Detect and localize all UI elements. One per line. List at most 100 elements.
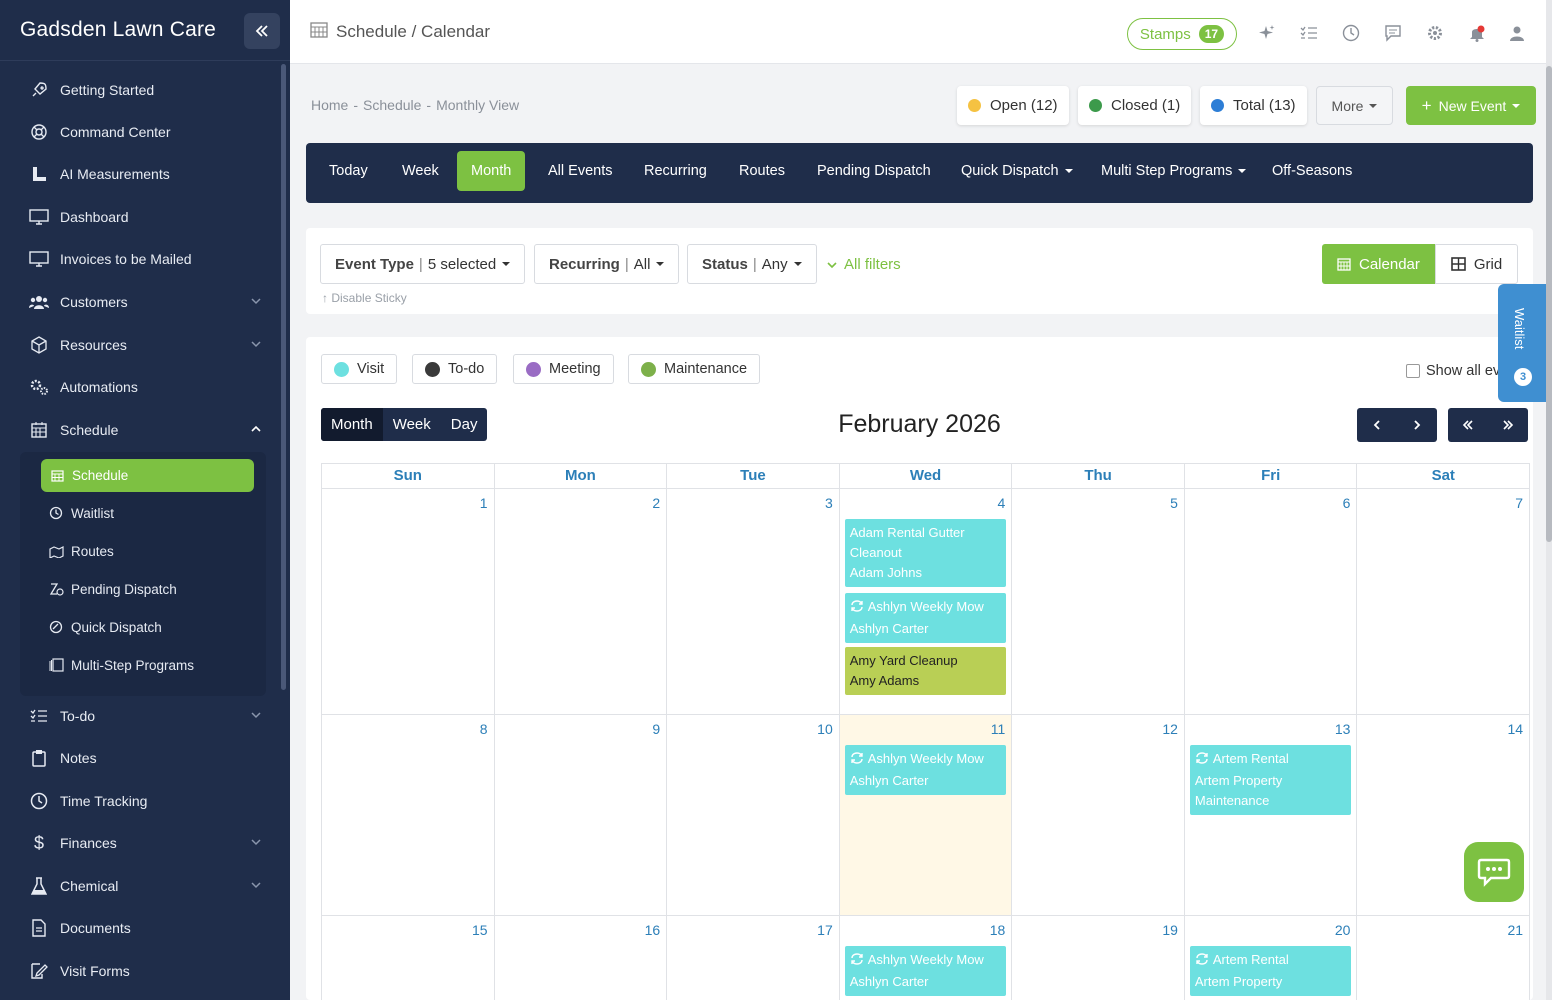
day-number[interactable]: 13 [1335, 721, 1351, 737]
day-number[interactable]: 19 [1162, 922, 1178, 938]
grid-view-button[interactable]: Grid [1434, 244, 1519, 284]
sidebar-subitem-quick-dispatch[interactable]: Quick Dispatch [48, 615, 258, 639]
sidebar-subitem-waitlist[interactable]: Waitlist [48, 501, 258, 525]
new-event-button[interactable]: + New Event [1406, 86, 1536, 125]
sidebar-item-notes[interactable]: Notes [28, 744, 268, 772]
sidebar-item-invoices[interactable]: Invoices to be Mailed [28, 245, 268, 273]
stamps-button[interactable]: Stamps 17 [1127, 18, 1237, 50]
sidebar-item-visit-forms[interactable]: Visit Forms [28, 957, 268, 985]
day-cell[interactable]: 20 Artem Rental Artem Property [1185, 916, 1358, 1000]
day-number[interactable]: 5 [1170, 495, 1178, 511]
day-cell[interactable]: 19 [1012, 916, 1185, 1000]
day-number[interactable]: 8 [480, 721, 488, 737]
day-number[interactable]: 4 [998, 495, 1006, 511]
tasks-icon[interactable] [1298, 22, 1320, 44]
sidebar-subitem-routes[interactable]: Routes [48, 539, 258, 563]
sidebar-item-ai-measurements[interactable]: AI Measurements [28, 160, 268, 188]
day-cell[interactable]: 18 Ashlyn Weekly Mow Ashlyn Carter [840, 916, 1013, 1000]
previous-month-button[interactable] [1357, 408, 1397, 442]
breadcrumb-home[interactable]: Home [311, 97, 348, 113]
legend-meeting[interactable]: Meeting [513, 354, 614, 384]
event-ashlyn-weekly-mow[interactable]: Ashlyn Weekly Mow Ashlyn Carter [844, 593, 1007, 643]
day-number[interactable]: 14 [1507, 721, 1523, 737]
day-cell[interactable]: 6 [1185, 489, 1358, 714]
sidebar-subitem-schedule[interactable]: Schedule [41, 459, 254, 492]
page-scrollbar-thumb[interactable] [1546, 66, 1552, 542]
sidebar-item-getting-started[interactable]: Getting Started [28, 76, 268, 104]
day-number[interactable]: 10 [817, 721, 833, 737]
tab-multi-step-programs[interactable]: Multi Step Programs [1087, 151, 1260, 191]
event-artem-rental[interactable]: Artem Rental Artem Property Maintenance [1189, 745, 1352, 815]
legend-todo[interactable]: To-do [412, 354, 498, 384]
day-number[interactable]: 15 [472, 922, 488, 938]
day-number[interactable]: 17 [817, 922, 833, 938]
tab-week[interactable]: Week [388, 151, 453, 191]
chat-support-button[interactable] [1464, 842, 1524, 902]
collapse-sidebar-button[interactable] [244, 13, 280, 49]
event-ashlyn-weekly-mow[interactable]: Ashlyn Weekly Mow Ashlyn Carter [844, 745, 1007, 795]
day-cell[interactable]: 4 Adam Rental Gutter Cleanout Adam Johns… [840, 489, 1013, 714]
status-filter[interactable]: Status | Any [687, 244, 817, 284]
user-icon[interactable] [1506, 22, 1528, 44]
sidebar-item-dashboard[interactable]: Dashboard [28, 203, 268, 231]
bell-icon[interactable] [1466, 22, 1488, 44]
show-all-events-checkbox[interactable]: Show all ev [1406, 363, 1500, 379]
tab-today[interactable]: Today [315, 151, 382, 191]
tab-routes[interactable]: Routes [725, 151, 799, 191]
sidebar-item-time-tracking[interactable]: Time Tracking [28, 787, 268, 815]
day-number[interactable]: 18 [990, 922, 1006, 938]
day-number[interactable]: 16 [645, 922, 661, 938]
legend-visit[interactable]: Visit [321, 354, 398, 384]
day-cell[interactable]: 2 [495, 489, 668, 714]
sidebar-item-documents[interactable]: Documents [28, 914, 268, 942]
day-cell[interactable]: 17 [667, 916, 840, 1000]
page-scrollbar[interactable] [1546, 0, 1552, 1000]
day-cell[interactable]: 7 [1357, 489, 1531, 714]
day-number[interactable]: 21 [1507, 922, 1523, 938]
total-status-filter[interactable]: Total (13) [1200, 86, 1307, 125]
day-number[interactable]: 20 [1335, 922, 1351, 938]
day-number[interactable]: 11 [991, 721, 1006, 737]
sidebar-item-chemical[interactable]: Chemical [28, 872, 268, 900]
sidebar-item-finances[interactable]: $ Finances [28, 829, 268, 857]
disable-sticky-link[interactable]: ↑ Disable Sticky [322, 291, 407, 305]
closed-status-filter[interactable]: Closed (1) [1078, 86, 1192, 125]
tab-quick-dispatch[interactable]: Quick Dispatch [947, 151, 1087, 191]
waitlist-side-tab[interactable]: Waitlist 3 [1498, 284, 1550, 402]
sidebar-item-resources[interactable]: Resources [28, 331, 268, 359]
day-cell[interactable]: 16 [495, 916, 668, 1000]
day-cell[interactable]: 3 [667, 489, 840, 714]
day-cell[interactable]: 12 [1012, 715, 1185, 915]
event-ashlyn-weekly-mow[interactable]: Ashlyn Weekly Mow Ashlyn Carter [844, 946, 1007, 996]
day-cell[interactable]: 9 [495, 715, 668, 915]
day-cell[interactable]: 8 [322, 715, 495, 915]
legend-maintenance[interactable]: Maintenance [628, 354, 761, 384]
sidebar-subitem-multi-step-programs[interactable]: Multi-Step Programs [48, 653, 258, 677]
tab-recurring[interactable]: Recurring [630, 151, 721, 191]
next-year-button[interactable] [1488, 408, 1528, 442]
day-number[interactable]: 7 [1515, 495, 1523, 511]
clock-icon[interactable] [1340, 22, 1362, 44]
sidebar-scrollbar[interactable] [281, 64, 286, 690]
recurring-filter[interactable]: Recurring | All [534, 244, 680, 284]
all-filters-toggle[interactable]: All filters [826, 256, 901, 273]
sidebar-subitem-pending-dispatch[interactable]: Pending Dispatch [48, 577, 258, 601]
day-number[interactable]: 9 [652, 721, 660, 737]
day-cell[interactable]: 5 [1012, 489, 1185, 714]
sidebar-item-todo[interactable]: To-do [28, 702, 268, 730]
breadcrumb-schedule[interactable]: Schedule [363, 97, 421, 113]
event-amy-yard-cleanup[interactable]: Amy Yard Cleanup Amy Adams [844, 647, 1007, 695]
day-number[interactable]: 1 [480, 495, 488, 511]
day-number[interactable]: 3 [825, 495, 833, 511]
sparkle-icon[interactable] [1256, 22, 1278, 44]
chat-icon[interactable] [1382, 22, 1404, 44]
day-number[interactable]: 6 [1343, 495, 1351, 511]
day-cell[interactable]: 13 Artem Rental Artem Property Maintenan… [1185, 715, 1358, 915]
event-adam-rental-gutter-cleanout[interactable]: Adam Rental Gutter Cleanout Adam Johns [844, 519, 1007, 587]
day-cell[interactable]: 10 [667, 715, 840, 915]
day-number[interactable]: 2 [652, 495, 660, 511]
more-dropdown-button[interactable]: More [1316, 86, 1393, 125]
tab-pending-dispatch[interactable]: Pending Dispatch [803, 151, 945, 191]
tab-month[interactable]: Month [457, 151, 526, 191]
event-type-filter[interactable]: Event Type | 5 selected [320, 244, 526, 284]
